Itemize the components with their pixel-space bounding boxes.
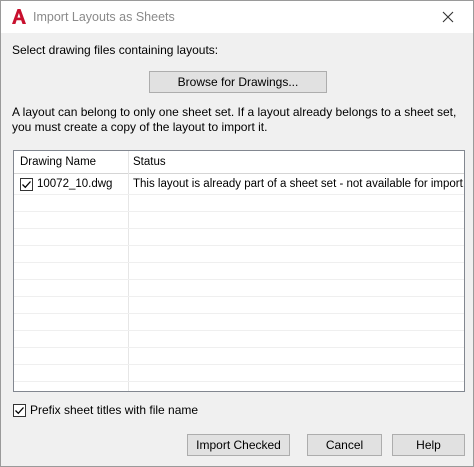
drawing-name-cell: 10072_10.dwg [37, 178, 113, 190]
select-files-label: Select drawing files containing layouts: [12, 43, 219, 57]
row-divider [14, 279, 464, 280]
row-divider [14, 296, 464, 297]
cancel-button[interactable]: Cancel [307, 434, 382, 456]
help-button[interactable]: Help [392, 434, 465, 456]
column-header-status[interactable]: Status [133, 156, 166, 168]
row-divider [14, 194, 464, 195]
browse-for-drawings-button[interactable]: Browse for Drawings... [149, 71, 327, 93]
import-layouts-dialog: Import Layouts as Sheets Select drawing … [0, 0, 474, 467]
row-checkbox[interactable] [20, 178, 33, 191]
column-divider [128, 151, 129, 391]
layouts-table[interactable]: Drawing Name Status 10072_10.dwg This la… [13, 150, 465, 392]
column-header-drawing-name[interactable]: Drawing Name [20, 156, 96, 168]
checkmark-icon [22, 181, 31, 189]
import-checked-button[interactable]: Import Checked [187, 434, 290, 456]
row-divider [14, 262, 464, 263]
status-cell: This layout is already part of a sheet s… [133, 178, 465, 190]
row-divider [14, 381, 464, 382]
row-divider [14, 313, 464, 314]
row-divider [14, 364, 464, 365]
row-divider [14, 330, 464, 331]
row-divider [14, 245, 464, 246]
row-divider [14, 211, 464, 212]
autocad-a-icon [12, 9, 26, 24]
window-title: Import Layouts as Sheets [33, 10, 175, 24]
prefix-titles-label[interactable]: Prefix sheet titles with file name [30, 403, 198, 417]
checkmark-icon [15, 407, 24, 415]
row-divider [14, 347, 464, 348]
close-icon[interactable] [438, 7, 458, 27]
info-text: A layout can belong to only one sheet se… [12, 105, 457, 134]
row-divider [14, 228, 464, 229]
prefix-titles-checkbox[interactable] [13, 404, 26, 417]
table-header: Drawing Name Status [14, 151, 464, 174]
title-bar: Import Layouts as Sheets [1, 1, 473, 33]
